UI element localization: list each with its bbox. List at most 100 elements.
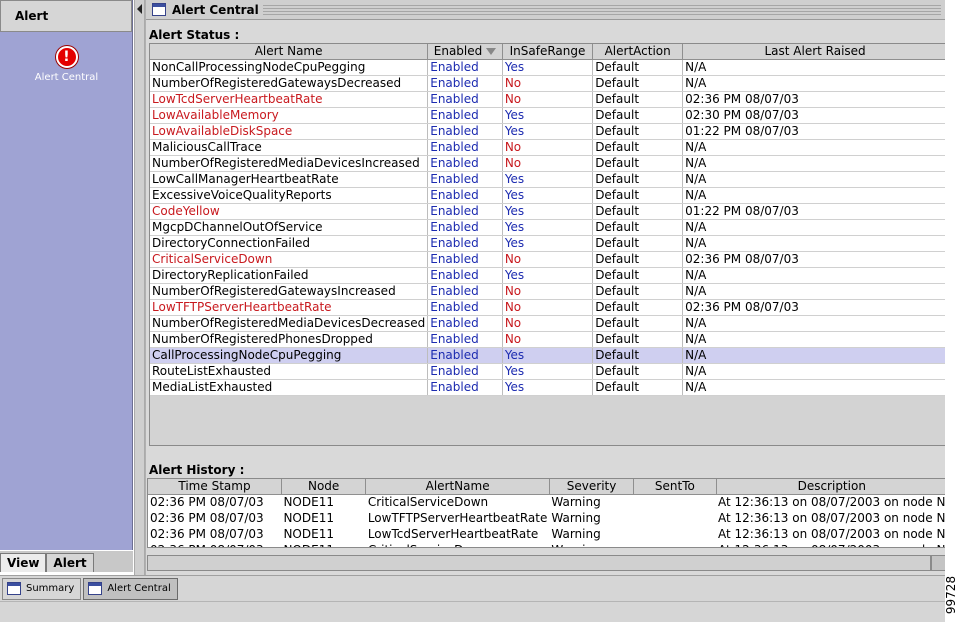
severity-cell[interactable]: Warning xyxy=(549,542,634,547)
alert-name-cell[interactable]: NumberOfRegisteredMediaDevicesIncreased xyxy=(150,155,429,172)
alert-name-cell[interactable]: ExcessiveVoiceQualityReports xyxy=(150,187,429,204)
insaferange-cell[interactable]: No xyxy=(502,251,594,268)
last-alert-raised-cell[interactable]: 02:36 PM 08/07/03 xyxy=(682,299,945,316)
enabled-cell[interactable]: Enabled xyxy=(427,59,503,76)
alert-name-cell[interactable]: DirectoryConnectionFailed xyxy=(150,235,429,252)
alertaction-cell[interactable]: Default xyxy=(592,251,684,268)
task-alert-central[interactable]: Alert Central xyxy=(83,577,178,600)
table-row[interactable]: 02:36 PM 08/07/03 NODE11 LowTFTPServerHear… xyxy=(148,510,945,526)
enabled-cell[interactable]: Enabled xyxy=(427,155,503,172)
severity-cell[interactable]: Warning xyxy=(549,510,634,526)
description-cell[interactable]: At 12:36:13 on 08/07/2003 on node N xyxy=(716,526,945,542)
alertaction-cell[interactable]: Default xyxy=(592,107,684,124)
alertaction-cell[interactable]: Default xyxy=(592,155,684,172)
alert-name-cell[interactable]: DirectoryReplicationFailed xyxy=(150,267,429,284)
node-cell[interactable]: NODE11 xyxy=(281,494,366,510)
enabled-cell[interactable]: Enabled xyxy=(427,123,503,140)
insaferange-cell[interactable]: Yes xyxy=(502,347,594,364)
table-row[interactable]: LowAvailableDiskSpace Enabled Yes Default 01… xyxy=(150,123,945,140)
collapse-arrow-icon[interactable] xyxy=(137,4,142,14)
last-alert-raised-cell[interactable]: N/A xyxy=(682,363,945,380)
last-alert-raised-cell[interactable]: N/A xyxy=(682,219,945,236)
alert-name-cell[interactable]: CallProcessingNodeCpuPegging xyxy=(150,347,429,364)
last-alert-raised-cell[interactable]: N/A xyxy=(682,331,945,348)
table-row[interactable]: LowAvailableMemory Enabled Yes Default 02:30… xyxy=(150,107,945,124)
enabled-cell[interactable]: Enabled xyxy=(427,347,503,364)
alertaction-cell[interactable]: Default xyxy=(592,219,684,236)
enabled-cell[interactable]: Enabled xyxy=(427,171,503,188)
table-row[interactable]: ExcessiveVoiceQualityReports Enabled Yes De… xyxy=(150,187,945,204)
last-alert-raised-cell[interactable]: N/A xyxy=(682,267,945,284)
last-alert-raised-cell[interactable]: 01:22 PM 08/07/03 xyxy=(682,203,945,220)
node-cell[interactable]: NODE11 xyxy=(281,542,366,547)
table-row[interactable]: DirectoryReplicationFailed Enabled Yes Defa… xyxy=(150,267,945,284)
alert-name-cell[interactable]: RouteListExhausted xyxy=(150,363,429,380)
alertaction-cell[interactable]: Default xyxy=(592,123,684,140)
horizontal-scrollbar[interactable] xyxy=(147,555,931,571)
alertaction-cell[interactable]: Default xyxy=(592,347,684,364)
column-header-insaferange[interactable]: InSafeRange xyxy=(502,44,594,60)
time-stamp-cell[interactable]: 02:36 PM 08/07/03 xyxy=(148,526,282,542)
table-row[interactable]: CallProcessingNodeCpuPegging Enabled Yes De… xyxy=(150,347,945,364)
alert-name-cell[interactable]: LowTcdServerHeartbeatRate xyxy=(150,91,429,108)
task-summary[interactable]: Summary xyxy=(2,577,82,600)
tab-alert[interactable]: Alert xyxy=(46,553,94,572)
panel-splitter[interactable] xyxy=(134,0,145,575)
node-cell[interactable]: NODE11 xyxy=(281,526,366,542)
column-header-node[interactable]: Node xyxy=(281,479,367,495)
alert-name-cell[interactable]: MaliciousCallTrace xyxy=(150,139,429,156)
last-alert-raised-cell[interactable]: N/A xyxy=(682,235,945,252)
insaferange-cell[interactable]: Yes xyxy=(502,379,594,396)
enabled-cell[interactable]: Enabled xyxy=(427,75,503,92)
severity-cell[interactable]: Warning xyxy=(549,526,634,542)
last-alert-raised-cell[interactable]: N/A xyxy=(682,347,945,364)
alertaction-cell[interactable]: Default xyxy=(592,139,684,156)
table-row[interactable]: NonCallProcessingNodeCpuPegging Enabled Ye… xyxy=(150,59,945,76)
table-row[interactable]: LowCallManagerHeartbeatRate Enabled Yes Def… xyxy=(150,171,945,188)
enabled-cell[interactable]: Enabled xyxy=(427,219,503,236)
last-alert-raised-cell[interactable]: N/A xyxy=(682,171,945,188)
enabled-cell[interactable]: Enabled xyxy=(427,315,503,332)
table-row[interactable]: NumberOfRegisteredMediaDevicesDecreased E… xyxy=(150,315,945,332)
insaferange-cell[interactable]: No xyxy=(502,315,594,332)
column-header-description[interactable]: Description xyxy=(716,479,945,495)
table-row[interactable]: NumberOfRegisteredPhonesDropped Enabled No… xyxy=(150,331,945,348)
last-alert-raised-cell[interactable]: 01:22 PM 08/07/03 xyxy=(682,123,945,140)
sentto-cell[interactable] xyxy=(633,494,716,510)
enabled-cell[interactable]: Enabled xyxy=(427,331,503,348)
insaferange-cell[interactable]: No xyxy=(502,139,594,156)
time-stamp-cell[interactable]: 02:36 PM 08/07/03 xyxy=(148,542,282,547)
enabled-cell[interactable]: Enabled xyxy=(427,267,503,284)
insaferange-cell[interactable]: Yes xyxy=(502,267,594,284)
alertaction-cell[interactable]: Default xyxy=(592,235,684,252)
table-row[interactable]: LowTcdServerHeartbeatRate Enabled No Defaul… xyxy=(150,91,945,108)
column-header-alert-name[interactable]: Alert Name xyxy=(150,44,429,60)
insaferange-cell[interactable]: No xyxy=(502,91,594,108)
insaferange-cell[interactable]: Yes xyxy=(502,123,594,140)
insaferange-cell[interactable]: Yes xyxy=(502,107,594,124)
column-header-enabled[interactable]: Enabled xyxy=(427,44,503,60)
table-row[interactable]: CodeYellow Enabled Yes Default 01:22 PM 08/0… xyxy=(150,203,945,220)
enabled-cell[interactable]: Enabled xyxy=(427,299,503,316)
enabled-cell[interactable]: Enabled xyxy=(427,251,503,268)
column-header-time-stamp[interactable]: Time Stamp xyxy=(148,479,282,495)
last-alert-raised-cell[interactable]: N/A xyxy=(682,139,945,156)
enabled-cell[interactable]: Enabled xyxy=(427,107,503,124)
insaferange-cell[interactable]: Yes xyxy=(502,219,594,236)
enabled-cell[interactable]: Enabled xyxy=(427,283,503,300)
alert-name-cell[interactable]: LowCallManagerHeartbeatRate xyxy=(150,171,429,188)
time-stamp-cell[interactable]: 02:36 PM 08/07/03 xyxy=(148,494,282,510)
table-row[interactable]: 02:36 PM 08/07/03NODE11CriticalServiceDo… xyxy=(148,494,945,510)
enabled-cell[interactable]: Enabled xyxy=(427,139,503,156)
insaferange-cell[interactable]: No xyxy=(502,283,594,300)
insaferange-cell[interactable]: No xyxy=(502,155,594,172)
table-row[interactable]: MediaListExhausted Enabled Yes Default N/A xyxy=(150,379,945,396)
insaferange-cell[interactable]: Yes xyxy=(502,363,594,380)
severity-cell[interactable]: Warning xyxy=(549,494,634,510)
last-alert-raised-cell[interactable]: N/A xyxy=(682,75,945,92)
enabled-cell[interactable]: Enabled xyxy=(427,187,503,204)
alertname-cell[interactable]: LowTFTPServerHeartbeatRate xyxy=(365,510,550,526)
table-row[interactable]: 02:36 PM 08/07/03NODE11CriticalServiceDo… xyxy=(148,542,945,547)
insaferange-cell[interactable]: Yes xyxy=(502,203,594,220)
last-alert-raised-cell[interactable]: N/A xyxy=(682,315,945,332)
